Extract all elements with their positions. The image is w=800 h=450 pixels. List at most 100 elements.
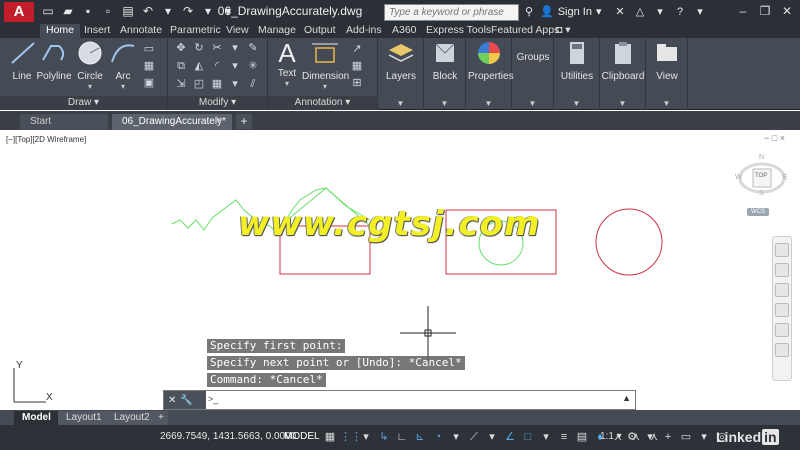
- grid-icon[interactable]: ▦: [322, 429, 338, 445]
- tab-layout1[interactable]: Layout1: [58, 411, 110, 425]
- file-tab-start[interactable]: Start: [20, 114, 108, 130]
- maximize-icon[interactable]: ❐: [754, 3, 776, 20]
- tab-annotate[interactable]: Annotate: [120, 24, 162, 38]
- scale-icon[interactable]: ◰: [192, 77, 206, 91]
- groups-tool[interactable]: Groups: [516, 52, 550, 63]
- explode-icon[interactable]: ✳: [246, 59, 260, 73]
- zoom-icon[interactable]: [775, 283, 789, 297]
- tab-insert[interactable]: Insert: [84, 24, 110, 38]
- close-icon[interactable]: ×: [216, 115, 222, 126]
- open-folder-icon[interactable]: ▰: [60, 3, 76, 19]
- array-icon[interactable]: ▦: [210, 77, 224, 91]
- viewcube[interactable]: TOP N S E W WCS: [733, 154, 791, 220]
- clipboard-tool[interactable]: Clipboard: [601, 40, 645, 82]
- text-tool[interactable]: A Text ▾: [272, 40, 302, 88]
- tab-manage[interactable]: Manage: [258, 24, 296, 38]
- command-input[interactable]: [228, 392, 608, 407]
- modify-panel-label[interactable]: Modify ▾: [168, 96, 267, 110]
- save-icon[interactable]: ▪: [80, 3, 96, 19]
- command-prompt-icon[interactable]: >_: [208, 394, 218, 404]
- help-search-input[interactable]: [384, 4, 519, 21]
- trim-dropdown-icon[interactable]: ▾: [228, 41, 242, 55]
- fillet-dropdown-icon[interactable]: ▾: [228, 59, 242, 73]
- chevron-down-icon[interactable]: ▾: [652, 4, 668, 20]
- dim-style-icon[interactable]: ⊞: [350, 76, 364, 90]
- chevron-down-icon[interactable]: ▼: [554, 99, 599, 108]
- utilities-tool[interactable]: Utilities: [558, 40, 596, 82]
- tab-a360[interactable]: A360: [392, 24, 417, 38]
- model-space-button[interactable]: MODEL: [284, 431, 320, 442]
- chevron-down-icon[interactable]: ▾: [74, 82, 106, 91]
- polar-tracking-icon[interactable]: ◔: [430, 429, 446, 445]
- print-icon[interactable]: ▤: [120, 3, 136, 19]
- tab-featured-apps[interactable]: Featured Apps: [491, 24, 559, 38]
- ortho-icon[interactable]: ⊾: [412, 429, 428, 445]
- annotation-scale-value[interactable]: 1:1 ▾: [600, 431, 622, 442]
- steering-wheel-icon[interactable]: [775, 243, 789, 257]
- exchange-icon[interactable]: ✕: [612, 4, 628, 20]
- red-circle[interactable]: [595, 208, 663, 276]
- chevron-down-icon[interactable]: ▾: [108, 82, 138, 91]
- annotation-panel-label[interactable]: Annotation ▾: [268, 96, 377, 110]
- redo-icon[interactable]: ↷: [180, 3, 196, 19]
- infer-constraints-icon[interactable]: ↳: [376, 429, 392, 445]
- snap-icon[interactable]: ⋮⋮: [340, 429, 362, 445]
- object-snap-icon[interactable]: □: [520, 429, 536, 445]
- transparency-icon[interactable]: ▤: [574, 429, 590, 445]
- view-tool[interactable]: View: [650, 40, 684, 82]
- chevron-down-icon[interactable]: ▾: [696, 429, 712, 445]
- polyline-tool[interactable]: Polyline: [36, 40, 72, 82]
- nav-bar-options-icon[interactable]: [775, 343, 789, 357]
- tab-home[interactable]: Home: [40, 24, 81, 38]
- chevron-down-icon[interactable]: ▼: [466, 99, 511, 108]
- tab-add-ins[interactable]: Add-ins: [346, 24, 382, 38]
- chevron-down-icon[interactable]: ▼: [646, 99, 687, 108]
- wrench-icon[interactable]: 🔧: [180, 395, 192, 406]
- chevron-down-icon[interactable]: ▾: [484, 429, 500, 445]
- chevron-down-icon[interactable]: ▾: [272, 79, 302, 88]
- close-icon[interactable]: ✕: [168, 395, 176, 406]
- chevron-down-icon[interactable]: ▾: [448, 429, 464, 445]
- add-icon[interactable]: +: [660, 429, 676, 445]
- tab-model[interactable]: Model: [14, 411, 59, 425]
- viewcube-face[interactable]: TOP: [755, 173, 767, 179]
- trim-icon[interactable]: ✂: [210, 41, 224, 55]
- line-tool[interactable]: Line: [8, 40, 36, 82]
- viewcube-west[interactable]: W: [735, 174, 742, 181]
- chevron-up-icon[interactable]: ▲: [622, 393, 631, 403]
- properties-tool[interactable]: Properties: [468, 40, 514, 82]
- binoculars-icon[interactable]: ⚲: [521, 4, 537, 20]
- tab-view[interactable]: View: [226, 24, 249, 38]
- add-layout-button[interactable]: +: [154, 411, 168, 425]
- orbit-icon[interactable]: [775, 303, 789, 317]
- table-icon[interactable]: ▦: [350, 59, 364, 73]
- save-as-icon[interactable]: ▫: [100, 3, 116, 19]
- layers-tool[interactable]: Layers: [384, 40, 418, 82]
- chevron-down-icon[interactable]: ▼: [512, 99, 553, 108]
- tab-layout2[interactable]: Layout2: [106, 411, 158, 425]
- fillet-icon[interactable]: ◜: [210, 59, 224, 73]
- region-icon[interactable]: ▣: [142, 76, 156, 90]
- autodesk-a360-icon[interactable]: △: [632, 4, 648, 20]
- copy-icon[interactable]: ⧉: [174, 59, 188, 73]
- hatch-icon[interactable]: ▦: [142, 59, 156, 73]
- showmotion-icon[interactable]: [775, 323, 789, 337]
- viewcube-south[interactable]: S: [759, 190, 764, 197]
- rotate-icon[interactable]: ↻: [192, 41, 206, 55]
- viewcube-north[interactable]: N: [759, 154, 764, 161]
- help-icon[interactable]: ?: [672, 4, 688, 20]
- ribbon-minimize-icon[interactable]: ◘ ▾: [556, 24, 571, 38]
- undo-dropdown-icon[interactable]: ▾: [160, 3, 176, 19]
- wcs-menu[interactable]: WCS: [747, 208, 769, 216]
- arc-tool[interactable]: Arc ▾: [108, 40, 138, 91]
- chevron-down-icon[interactable]: ▼: [424, 99, 465, 108]
- object-snap-tracking-icon[interactable]: ∠: [502, 429, 518, 445]
- draw-panel-label[interactable]: Draw ▾: [0, 96, 167, 110]
- lineweight-icon[interactable]: ≡: [556, 429, 572, 445]
- sign-in-button[interactable]: 👤 Sign In ▾: [540, 5, 601, 19]
- close-icon[interactable]: ✕: [776, 3, 798, 20]
- chevron-down-icon[interactable]: ▾: [538, 429, 554, 445]
- new-file-icon[interactable]: ▭: [40, 3, 56, 19]
- tab-output[interactable]: Output: [304, 24, 336, 38]
- pan-icon[interactable]: [775, 263, 789, 277]
